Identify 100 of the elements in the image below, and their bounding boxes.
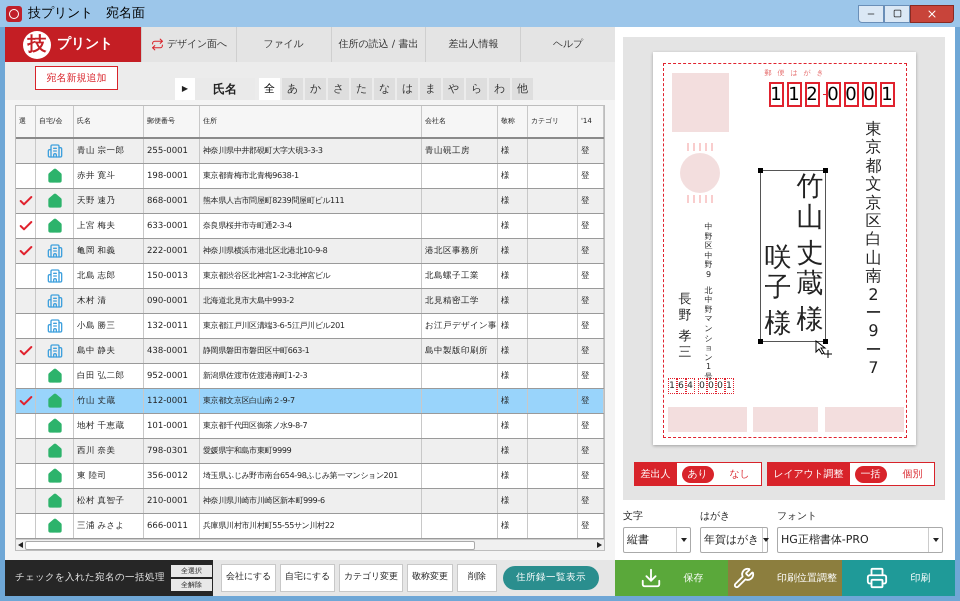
index-tab[interactable]: た [351, 78, 372, 100]
table-row[interactable]: 東 陸司 356-0012 埼玉県ふじみ野市南台654-98ふじみ第一マンション201 様 登 [16, 464, 604, 489]
menu-item[interactable]: 差出人情報 [425, 27, 520, 62]
table-row[interactable]: 地村 千恵蔵 101-0001 東京都千代田区御茶ノ水9-8-7 様 登 [16, 414, 604, 439]
table-cell: 登 [578, 214, 604, 238]
menu-item[interactable]: ヘルプ [520, 27, 615, 62]
table-row[interactable]: 小島 勝三 132-0011 東京都江戸川区溝端3-6-5江戸川ビル201 お江戸デザイン事 様 登 [16, 314, 604, 339]
table-cell: 東京都千代田区御茶ノ水9-8-7 [200, 414, 422, 438]
table-row[interactable]: 青山 宗一郎 255-0001 神奈川県中井郡硯町大字大硯3-3-3 青山硯工房 様 登 [16, 139, 604, 164]
menu-item[interactable]: ファイル [236, 27, 331, 62]
batch-button[interactable]: 削除 [457, 564, 497, 592]
table-cell: 様 [498, 139, 528, 163]
index-tab[interactable]: は [397, 78, 418, 100]
table-row[interactable]: 天野 速乃 868-0001 熊本県人吉市問屋町8239問屋町ビル111 様 登 [16, 189, 604, 214]
window-title: 技プリント 宛名面 [28, 4, 145, 23]
scrollbar-thumb[interactable] [25, 540, 475, 550]
table-row[interactable]: 島中 静夫 438-0001 静岡県磐田市磐田区中町663-1 島中製版印刷所 様 登 [16, 339, 604, 364]
toggle-label: レイアウト調整 [768, 463, 850, 485]
table-cell: 登 [578, 164, 604, 188]
table-cell: 青山 宗一郎 [74, 139, 144, 163]
table-cell: お江戸デザイン事 [422, 314, 498, 338]
name-frame[interactable]: 竹山 丈蔵 様 咲子 様 [760, 170, 826, 342]
recipient-address: 東京都文京区白山南2ー9ー7 [866, 120, 882, 378]
dropdown[interactable]: 縦書 [623, 527, 691, 553]
table-cell: 熊本県人吉市問屋町8239問屋町ビル111 [200, 189, 422, 213]
dropdown[interactable]: HG正楷書体-PRO [777, 527, 943, 553]
table-row[interactable]: 西川 奈美 798-0301 愛媛県宇和島市東町9999 様 登 [16, 439, 604, 464]
dropdown[interactable]: 年賀はがき [700, 527, 768, 553]
table-cell: 様 [498, 489, 528, 513]
index-tab[interactable]: 他 [512, 78, 533, 100]
table-cell: 様 [498, 439, 528, 463]
address-list-button[interactable]: 住所録一覧表示 [503, 566, 599, 590]
batch-button[interactable]: 会社にする [221, 564, 276, 592]
maximize-icon [892, 9, 902, 18]
batch-button[interactable]: 自宅にする [280, 564, 335, 592]
table-cell: 登 [578, 364, 604, 388]
table-row[interactable]: 松村 真智子 210-0001 神奈川県川崎市川崎区新本町999-6 様 登 [16, 489, 604, 514]
app-icon [6, 6, 22, 22]
table-cell: 様 [498, 164, 528, 188]
index-tab[interactable]: わ [489, 78, 510, 100]
table-cell: 様 [498, 364, 528, 388]
table-cell: 356-0012 [144, 464, 200, 488]
index-tab[interactable]: あ [282, 78, 303, 100]
menu-item[interactable]: 住所の読込 / 書出 [330, 27, 426, 62]
table-cell: 亀岡 和義 [74, 239, 144, 263]
postal-digit: 0 [706, 378, 716, 394]
index-tab[interactable]: ま [420, 78, 441, 100]
caret-icon [763, 538, 769, 542]
table-row[interactable]: 亀岡 和義 222-0001 神奈川県横浜市港北区北港北10-9-8 港北区事務所 様 登 [16, 239, 604, 264]
table-row[interactable]: 白田 弘二郎 952-0001 新潟県佐渡市佐渡港南町1-2-3 様 登 [16, 364, 604, 389]
postal-digit: 0 [844, 82, 858, 107]
menu-item[interactable]: デザイン面へ [141, 27, 236, 62]
cursor-icon [814, 340, 832, 358]
table-cell: 登 [578, 514, 604, 538]
close-icon [926, 8, 938, 20]
scroll-left-icon[interactable] [18, 542, 23, 548]
table-cell: 東京都渋谷区北神宮1-2-3北神宮ビル [200, 264, 422, 288]
house-icon [46, 193, 62, 209]
close-button[interactable] [910, 4, 954, 22]
select-label: 文字 [623, 510, 644, 524]
table-cell: 255-0001 [144, 139, 200, 163]
index-tab[interactable]: さ [328, 78, 349, 100]
index-tab[interactable]: ら [466, 78, 487, 100]
toggle-option[interactable]: 個別 [892, 463, 934, 485]
table-cell: 兵庫県川村市川村町55-55サン川村22 [200, 514, 422, 538]
index-tab[interactable]: 全 [259, 78, 280, 100]
table-cell: 132-0011 [144, 314, 200, 338]
add-address-button[interactable]: 宛名新規追加 [35, 66, 118, 90]
horizontal-scrollbar[interactable] [16, 539, 604, 550]
batch-button[interactable]: 敬称変更 [407, 564, 453, 592]
table-cell: 天野 速乃 [74, 189, 144, 213]
house-icon [46, 518, 62, 534]
building-icon [46, 268, 62, 284]
table-row[interactable]: 赤井 寛斗 198-0001 東京都青梅市北青梅9638-1 様 登 [16, 164, 604, 189]
table-cell: 小島 勝三 [74, 314, 144, 338]
building-icon [46, 243, 62, 259]
table-cell: 様 [498, 514, 528, 538]
table-row[interactable]: 三浦 みさよ 666-0011 兵庫県川村市川村町55-55サン川村22 様 登 [16, 514, 604, 539]
maximize-button[interactable] [884, 4, 910, 22]
table-row[interactable]: 木村 清 090-0001 北海道北見市大島中993-2 北見精密工学 様 登 [16, 289, 604, 314]
table-row[interactable]: 上宮 梅夫 633-0001 奈良県桜井市寺町通2-3-4 様 登 [16, 214, 604, 239]
table-cell: 松村 真智子 [74, 489, 144, 513]
index-tab[interactable]: や [443, 78, 464, 100]
index-tab[interactable]: か [305, 78, 326, 100]
table-cell: 666-0011 [144, 514, 200, 538]
action-button[interactable]: 印刷位置調整 [728, 560, 842, 596]
toggle-option[interactable]: なし [718, 463, 760, 485]
table-cell: 東京都文京区白山南２-9-7 [200, 389, 422, 413]
sort-field[interactable]: ▶ 氏名 [175, 78, 255, 100]
index-tab[interactable]: な [374, 78, 395, 100]
wrench-icon [732, 567, 755, 589]
table-cell: 登 [578, 464, 604, 488]
table-cell: 北見精密工学 [422, 289, 498, 313]
table-cell: 090-0001 [144, 289, 200, 313]
table-row[interactable]: 竹山 丈蔵 112-0001 東京都文京区白山南２-9-7 様 登 [16, 389, 604, 414]
scroll-right-icon[interactable] [597, 542, 602, 548]
batch-button[interactable]: カテゴリ変更 [339, 564, 403, 592]
table-cell: 登 [578, 264, 604, 288]
table-cell: 新潟県佐渡市佐渡港南町1-2-3 [200, 364, 422, 388]
table-row[interactable]: 北島 志郎 150-0013 東京都渋谷区北神宮1-2-3北神宮ビル 北島螺子工業 様 登 [16, 264, 604, 289]
